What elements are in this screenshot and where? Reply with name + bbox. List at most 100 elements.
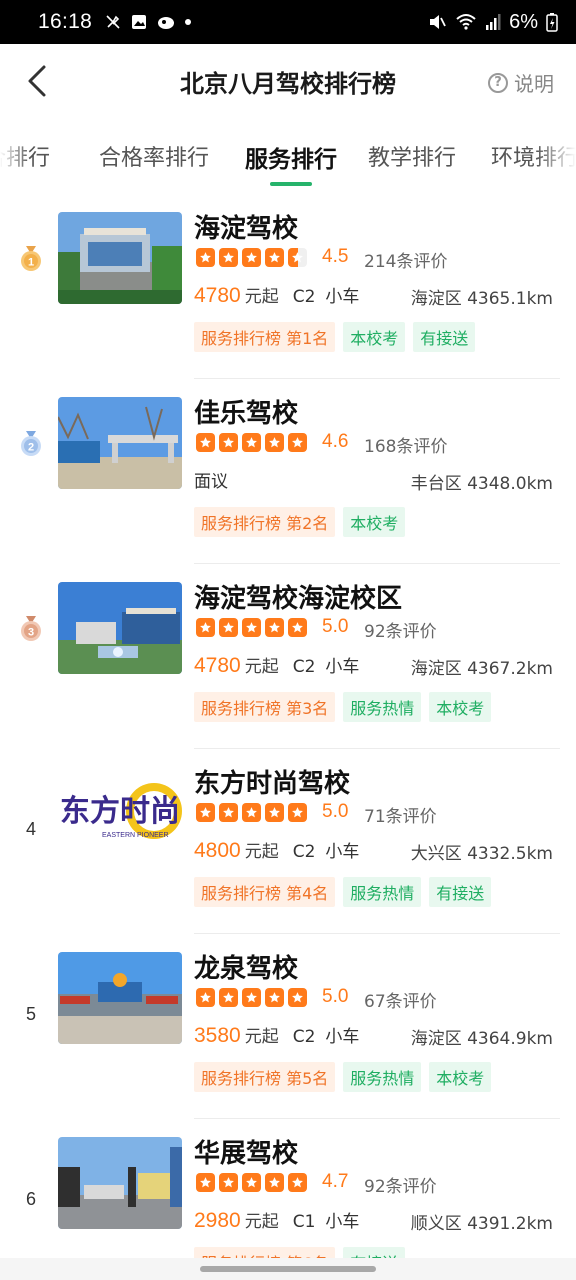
star-icon <box>265 803 284 822</box>
list-item[interactable]: 5 龙泉驾校 5.0 67条评价 3580 元起 C2 小车 海淀区 4364.… <box>0 934 576 1119</box>
rating-stars <box>196 988 307 1007</box>
status-bar: 16:18 6% <box>0 0 576 44</box>
rank-number: 5 <box>25 1004 36 1024</box>
star-icon <box>288 988 307 1007</box>
feature-tag: 本校考 <box>429 692 492 722</box>
price: 2980 <box>194 1209 241 1232</box>
half-star-icon <box>288 248 307 267</box>
school-name: 龙泉驾校 <box>194 954 299 984</box>
star-icon <box>219 248 238 267</box>
rating-score: 4.6 <box>322 431 349 452</box>
review-count: 214条评价 <box>364 252 448 272</box>
price-suffix: 元起 <box>244 1027 279 1047</box>
location-distance: 大兴区 4332.5km <box>410 844 553 864</box>
back-arrow-icon[interactable] <box>24 64 52 98</box>
vibrate-mute-icon <box>430 15 446 29</box>
feature-tag: 有接送 <box>429 877 492 907</box>
price-suffix: 元起 <box>244 657 279 677</box>
star-icon <box>265 248 284 267</box>
rating-stars <box>196 618 307 637</box>
notification-icons <box>104 13 192 31</box>
school-photo <box>58 212 182 304</box>
svg-text:东方时尚: 东方时尚 <box>60 794 180 829</box>
star-icon <box>265 433 284 452</box>
school-name: 华展驾校 <box>194 1139 299 1169</box>
tab-service[interactable]: 服务排行 <box>245 140 337 174</box>
star-icon <box>196 618 215 637</box>
rating-stars <box>196 803 307 822</box>
star-icon <box>242 618 261 637</box>
list-item[interactable]: 4 东方时尚 EASTERN PIONEER 东方时尚驾校 5.0 71条评价 4… <box>0 749 576 934</box>
school-name: 东方时尚驾校 <box>194 769 351 799</box>
star-icon <box>288 433 307 452</box>
more-dot-icon <box>185 19 192 25</box>
rank-number: 3 <box>28 627 34 639</box>
tag-list: 服务排行榜 第4名 服务热情 有接送 <box>194 877 492 907</box>
price-row: 面议 <box>194 467 228 492</box>
review-count: 168条评价 <box>364 437 448 457</box>
vehicle-type: 小车 <box>325 1212 360 1232</box>
price-suffix: 元起 <box>244 842 279 862</box>
vehicle-type: 小车 <box>325 1027 360 1047</box>
tab-pass-rate[interactable]: 合格率排行 <box>99 140 209 172</box>
star-icon <box>288 618 307 637</box>
tag-list: 服务排行榜 第2名 本校考 <box>194 507 406 537</box>
school-list: 1 海淀驾校 4.5 214条评价 4780 元起 C2 小车 海淀区 4365… <box>0 194 576 1280</box>
feature-tag: 服务热情 <box>343 1062 422 1092</box>
list-item[interactable]: 6 华展驾校 4.7 92条评价 2980 元起 C1 小车 顺义区 4391.… <box>0 1119 576 1280</box>
battery-percent: 6% <box>509 10 538 33</box>
star-icon <box>288 803 307 822</box>
price-row: 3580 元起 C2 小车 <box>194 1022 359 1048</box>
battery-charging-icon <box>546 13 558 32</box>
price: 4780 <box>194 654 241 677</box>
star-icon <box>196 803 215 822</box>
star-icon <box>196 433 215 452</box>
tab-teaching[interactable]: 教学排行 <box>368 140 456 172</box>
navigation-bar <box>0 1258 576 1280</box>
home-indicator[interactable] <box>200 1266 376 1272</box>
mute-notification-icon <box>106 15 120 29</box>
location-distance: 海淀区 4367.2km <box>410 659 553 679</box>
school-photo <box>58 582 182 674</box>
list-item[interactable]: 1 海淀驾校 4.5 214条评价 4780 元起 C2 小车 海淀区 4365… <box>0 194 576 379</box>
review-count: 92条评价 <box>364 1177 437 1197</box>
price-row: 4780 元起 C2 小车 <box>194 282 359 308</box>
list-item[interactable]: 3 海淀驾校海淀校区 5.0 92条评价 4780 元起 C2 小车 海淀区 4… <box>0 564 576 749</box>
rank-number: 6 <box>25 1189 36 1209</box>
license-type: C2 <box>292 287 316 307</box>
gallery-icon <box>132 15 147 29</box>
price-row: 2980 元起 C1 小车 <box>194 1207 359 1233</box>
rating-score: 4.7 <box>322 1171 349 1192</box>
svg-text:EASTERN PIONEER: EASTERN PIONEER <box>102 832 169 839</box>
star-icon <box>196 988 215 1007</box>
rating-score: 4.5 <box>322 246 349 267</box>
nav-header: 北京八月驾校排行榜 ? 说明 <box>0 44 576 118</box>
license-type: C2 <box>292 842 316 862</box>
status-time: 16:18 <box>38 10 93 33</box>
price-suffix: 元起 <box>244 287 279 307</box>
feature-tag: 服务热情 <box>343 692 422 722</box>
price-row: 4800 元起 C2 小车 <box>194 837 359 863</box>
rating-score: 5.0 <box>322 986 349 1007</box>
price-row: 4780 元起 C2 小车 <box>194 652 359 678</box>
rank-tag: 服务排行榜 第5名 <box>194 1062 336 1092</box>
tag-list: 服务排行榜 第1名 本校考 有接送 <box>194 322 476 352</box>
rating-score: 5.0 <box>322 801 349 822</box>
star-icon <box>219 803 238 822</box>
school-logo: 东方时尚 EASTERN PIONEER <box>58 767 182 859</box>
rank-number: 2 <box>28 442 34 454</box>
rating-stars <box>196 248 307 267</box>
rank-number: 1 <box>28 257 34 269</box>
active-tab-indicator <box>270 182 312 186</box>
star-icon <box>219 433 238 452</box>
tag-list: 服务排行榜 第5名 服务热情 本校考 <box>194 1062 492 1092</box>
help-button[interactable]: ? 说明 <box>488 68 554 97</box>
location-distance: 海淀区 4364.9km <box>410 1029 553 1049</box>
rating-score: 5.0 <box>322 616 349 637</box>
feature-tag: 本校考 <box>429 1062 492 1092</box>
price: 4800 <box>194 839 241 862</box>
list-item[interactable]: 2 佳乐驾校 4.6 168条评价 面议 丰台区 4348.0km 服务排行榜 … <box>0 379 576 564</box>
review-count: 67条评价 <box>364 992 437 1012</box>
question-circle-icon: ? <box>488 72 508 93</box>
price: 4780 <box>194 284 241 307</box>
